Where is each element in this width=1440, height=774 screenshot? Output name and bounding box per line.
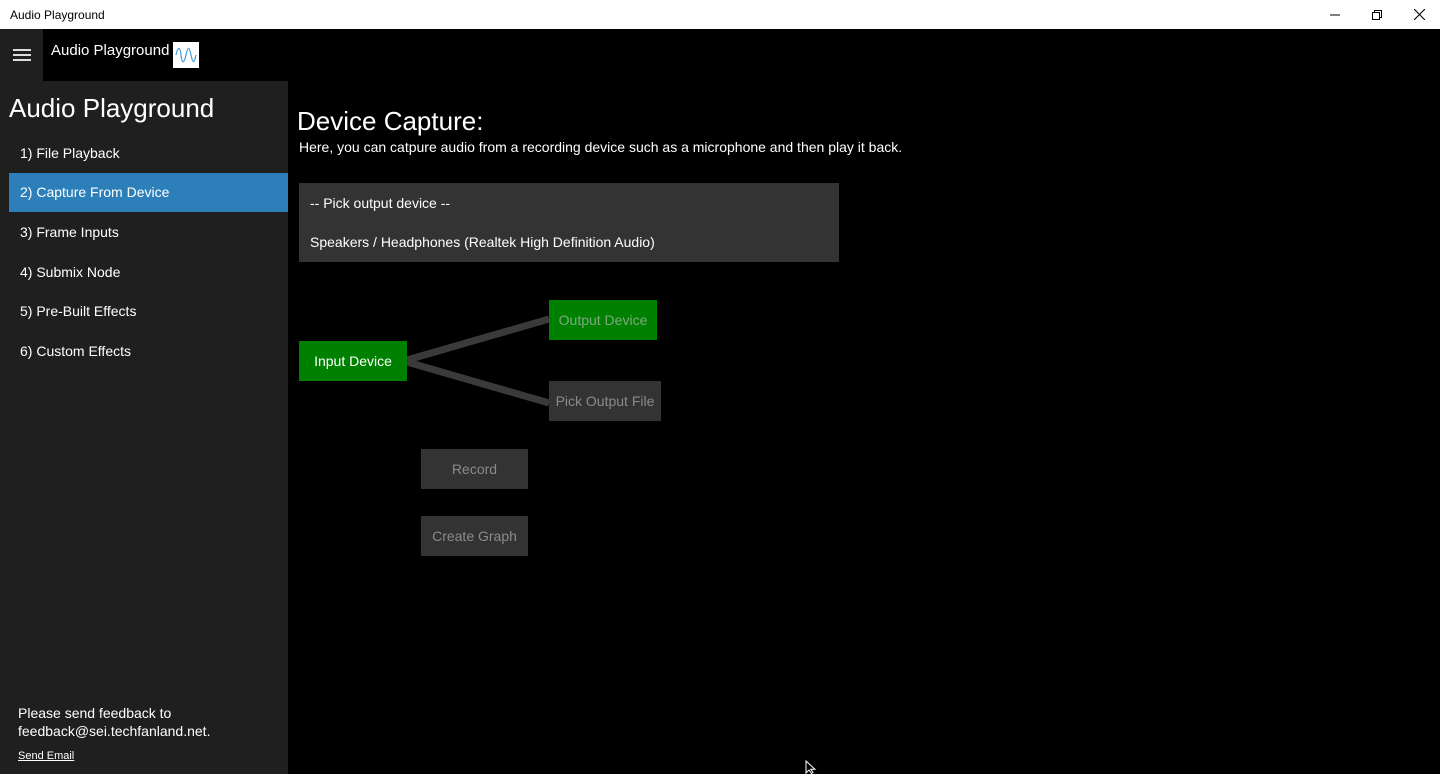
- sidebar-item-frame-inputs[interactable]: 3) Frame Inputs: [9, 212, 288, 252]
- window-controls: [1314, 0, 1440, 29]
- record-button[interactable]: Record: [421, 449, 528, 489]
- send-email-link[interactable]: Send Email: [18, 750, 74, 762]
- sidebar: Audio Playground 1) File Playback 2) Cap…: [0, 81, 288, 774]
- window-titlebar: Audio Playground: [0, 0, 1440, 29]
- sidebar-nav: 1) File Playback 2) Capture From Device …: [9, 133, 288, 371]
- hamburger-icon: [12, 49, 31, 61]
- connector-to-output-device: [406, 315, 550, 364]
- minimize-icon: [1330, 14, 1340, 15]
- feedback-line-2: feedback@sei.techfanland.net.: [18, 723, 211, 739]
- device-option-speakers[interactable]: Speakers / Headphones (Realtek High Defi…: [299, 223, 839, 263]
- restore-icon: [1372, 9, 1382, 20]
- sidebar-item-custom-effects[interactable]: 6) Custom Effects: [9, 331, 288, 371]
- feedback-text: Please send feedback to feedback@sei.tec…: [18, 704, 210, 740]
- sidebar-item-submix-node[interactable]: 4) Submix Node: [9, 252, 288, 292]
- connector-to-output-file: [406, 358, 550, 407]
- minimize-button[interactable]: [1314, 0, 1356, 29]
- mouse-cursor-icon: [805, 760, 817, 774]
- input-device-button[interactable]: Input Device: [299, 341, 407, 381]
- device-option-placeholder[interactable]: -- Pick output device --: [299, 183, 839, 223]
- output-device-button[interactable]: Output Device: [549, 300, 657, 340]
- app-title: Audio Playground: [51, 42, 170, 59]
- page-description: Here, you can catpure audio from a recor…: [299, 139, 903, 155]
- waveform-icon: [173, 42, 199, 68]
- sidebar-item-file-playback[interactable]: 1) File Playback: [9, 133, 288, 173]
- feedback-line-1: Please send feedback to: [18, 705, 172, 721]
- sidebar-heading: Audio Playground: [9, 93, 215, 123]
- close-icon: [1413, 9, 1425, 20]
- page-title: Device Capture:: [297, 106, 484, 136]
- sidebar-item-pre-built-effects[interactable]: 5) Pre-Built Effects: [9, 291, 288, 331]
- restore-button[interactable]: [1356, 0, 1398, 29]
- hamburger-menu-button[interactable]: [0, 29, 43, 81]
- window-title: Audio Playground: [10, 7, 105, 22]
- output-device-list[interactable]: -- Pick output device -- Speakers / Head…: [299, 183, 839, 262]
- app-header: Audio Playground: [0, 29, 1440, 81]
- pick-output-file-button[interactable]: Pick Output File: [549, 381, 661, 421]
- close-button[interactable]: [1398, 0, 1440, 29]
- sidebar-item-capture-from-device[interactable]: 2) Capture From Device: [9, 172, 288, 213]
- create-graph-button[interactable]: Create Graph: [421, 516, 528, 556]
